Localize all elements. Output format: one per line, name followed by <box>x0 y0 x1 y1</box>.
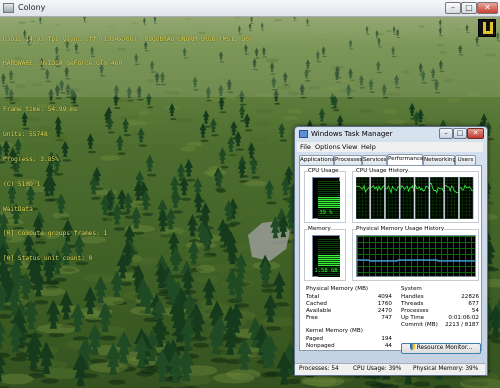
hud-line: HARDWARE: NVIDIA GeForce GTX 460 <box>3 60 123 68</box>
task-manager-window: Windows Task Manager – □ ✕ File Options … <box>294 126 488 376</box>
memory-value: 1.58 GB <box>314 268 338 274</box>
stat-label: Total <box>306 294 320 300</box>
stat-label: Available <box>306 308 332 314</box>
task-manager-icon <box>299 130 308 138</box>
menu-bar: File Options View Help <box>297 142 483 152</box>
kernel-memory-heading: Kernel Memory (MB) <box>306 328 363 334</box>
physical-memory-heading: Physical Memory (MB) <box>306 286 369 292</box>
memory-history-graph <box>356 235 476 277</box>
cpu-history-label: CPU Usage History <box>356 168 409 174</box>
stat-label: Free <box>306 315 318 321</box>
tm-close-button[interactable]: ✕ <box>467 128 484 139</box>
minimize-button[interactable]: – <box>445 2 461 14</box>
close-button[interactable]: ✕ <box>477 2 498 14</box>
tab-networking[interactable]: Networking <box>423 155 456 165</box>
window-title: Colony <box>18 3 46 12</box>
cpu-history-graphs <box>356 177 474 219</box>
stat-value: 747 <box>381 315 392 321</box>
stat-value: 677 <box>468 301 479 307</box>
tab-applications[interactable]: Applications <box>299 155 334 165</box>
hud-line: Frame time: 54.99 ms <box>3 105 78 113</box>
tm-minimize-button[interactable]: – <box>439 128 453 139</box>
status-physical-memory: Physical Memory: 39% <box>413 366 479 372</box>
resource-monitor-button[interactable]: Resource Monitor... <box>401 343 481 354</box>
stat-label: Up Time <box>401 315 425 321</box>
menu-help[interactable]: Help <box>361 143 376 151</box>
stat-value: 44 <box>384 343 392 349</box>
maximize-button[interactable]: □ <box>461 2 477 14</box>
stat-value: 4094 <box>377 294 392 300</box>
uac-shield-icon <box>409 344 415 350</box>
hud-line: D3D11 14.95 fps Vsync off (1024x768), R8… <box>3 35 253 43</box>
system-heading: System <box>401 286 422 292</box>
kernel-memory-stats: Kernel Memory (MB) Paged 194 Nonpaged 44 <box>306 328 392 350</box>
stat-label: Handles <box>401 294 424 300</box>
memory-fill <box>318 255 340 266</box>
task-manager-titlebar[interactable]: Windows Task Manager – □ ✕ <box>295 127 485 141</box>
engine-logo-icon <box>478 19 496 37</box>
tab-services[interactable]: Services <box>362 155 387 165</box>
status-bar: Processes: 54 CPU Usage: 39% Physical Me… <box>295 363 485 375</box>
stat-label: Commit (MB) <box>401 322 438 328</box>
performance-panel: CPU Usage 39 % CPU Usage History Memory … <box>299 165 482 354</box>
cpu-core-graph <box>385 177 400 219</box>
stat-value: 1760 <box>377 301 392 307</box>
stat-label: Nonpaged <box>306 343 335 349</box>
stat-label: Processes <box>401 308 429 314</box>
hud-line: [0] Compute groups frames: 1 <box>3 230 108 238</box>
hud-line: Units: 55748 <box>3 130 48 138</box>
stat-label: Cached <box>306 301 327 307</box>
app-icon <box>3 3 14 13</box>
resource-monitor-label: Resource Monitor... <box>416 345 473 351</box>
hud-line: Progress: 3.85% <box>3 155 59 163</box>
system-stats: System Handles 22826 Threads 677 Processes… <box>401 286 479 334</box>
stat-label: Paged <box>306 336 324 342</box>
memory-label: Memory <box>308 226 331 232</box>
debug-overlay: D3D11 14.95 fps Vsync off (1024x768), R8… <box>3 19 253 280</box>
menu-file[interactable]: File <box>300 143 311 151</box>
hud-line: (C) 510D 1 <box>3 180 41 188</box>
hud-line: WaitData <box>3 205 33 213</box>
cpu-usage-label: CPU Usage <box>308 168 339 174</box>
memory-history-line <box>357 259 475 262</box>
colony-titlebar[interactable]: Colony – □ ✕ <box>0 0 500 17</box>
cpu-core-graph <box>400 177 415 219</box>
cpu-core-graph <box>459 177 474 219</box>
memory-meter: 1.58 GB <box>312 235 340 277</box>
stat-value: 22826 <box>461 294 479 300</box>
tab-strip: Applications Processes Services Performa… <box>299 154 481 165</box>
stat-value: 2470 <box>377 308 392 314</box>
hud-line: [0] Status unit count: 0 <box>3 255 93 263</box>
cpu-core-graph <box>444 177 459 219</box>
stat-value: 2213 / 8187 <box>445 322 479 328</box>
cpu-core-graph <box>370 177 385 219</box>
status-processes: Processes: 54 <box>299 366 339 372</box>
stat-label: Threads <box>401 301 424 307</box>
tab-performance[interactable]: Performance <box>387 154 423 165</box>
stat-value: 54 <box>471 308 479 314</box>
stat-value: 0:01:06:02 <box>448 315 479 321</box>
cpu-core-graph <box>429 177 444 219</box>
cpu-core-graph <box>414 177 430 219</box>
cpu-usage-fill <box>318 197 340 208</box>
stat-value: 194 <box>381 336 392 342</box>
menu-options[interactable]: Options <box>315 143 340 151</box>
memory-history-label: Physical Memory Usage History <box>356 226 445 232</box>
physical-memory-stats: Physical Memory (MB) Total 4094 Cached 176… <box>306 286 392 326</box>
tab-processes[interactable]: Processes <box>334 155 363 165</box>
tab-users[interactable]: Users <box>455 155 476 165</box>
cpu-core-graph <box>356 177 370 219</box>
task-manager-title: Windows Task Manager <box>311 130 393 138</box>
menu-view[interactable]: View <box>342 143 357 151</box>
cpu-usage-meter: 39 % <box>312 177 340 219</box>
tm-maximize-button[interactable]: □ <box>453 128 467 139</box>
status-cpu-usage: CPU Usage: 39% <box>353 366 402 372</box>
cpu-usage-value: 39 % <box>319 210 333 216</box>
